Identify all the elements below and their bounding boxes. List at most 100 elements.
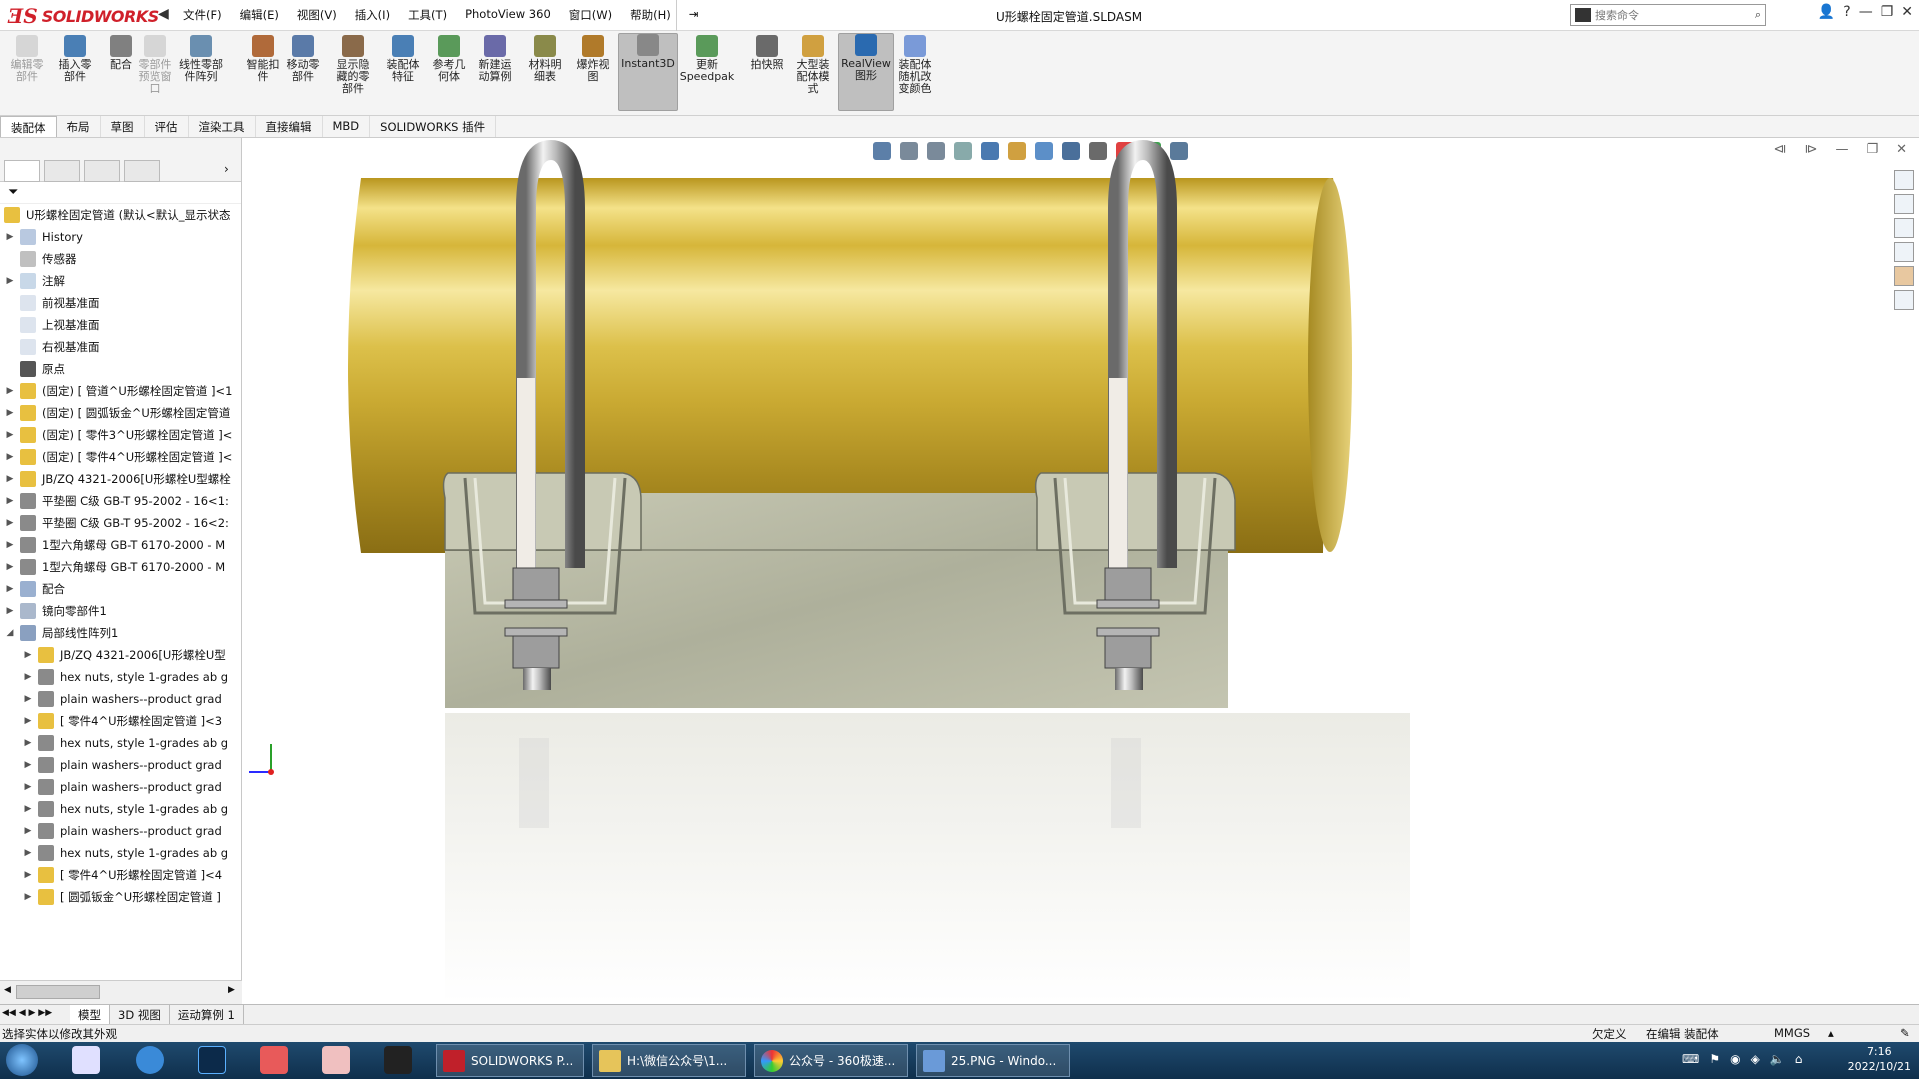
ribbon-button-move-component[interactable]: 移动零 部件	[280, 35, 326, 83]
menu-insert[interactable]: 插入(I)	[346, 6, 399, 24]
expand-arrow-icon[interactable]: ▶	[22, 870, 34, 880]
graphics-area[interactable]: ⧏ ⧐ — ❐ ✕	[243, 138, 1919, 1004]
pinned-app-1-icon[interactable]	[72, 1046, 100, 1074]
photoshop-icon[interactable]	[198, 1046, 226, 1074]
menu-view[interactable]: 视图(V)	[288, 6, 346, 24]
expand-arrow-icon[interactable]: ▶	[22, 694, 34, 704]
tab-addins[interactable]: SOLIDWORKS 插件	[370, 116, 497, 137]
ribbon-button-show-hidden[interactable]: 显示隐 藏的零 部件	[330, 35, 376, 95]
ribbon-button-insert-component[interactable]: 插入零 部件	[52, 35, 98, 83]
expand-arrow-icon[interactable]: ▶	[22, 848, 34, 858]
status-options-icon[interactable]: ✎	[1900, 1026, 1910, 1040]
tab-render-tools[interactable]: 渲染工具	[189, 116, 256, 137]
expand-arrow-icon[interactable]: ▶	[4, 276, 16, 286]
scroll-left-icon[interactable]: ◀	[4, 985, 11, 995]
ribbon-button-exploded-view[interactable]: 爆炸视 图	[570, 35, 616, 83]
keyboard-icon[interactable]: ⌨	[1682, 1052, 1699, 1066]
ribbon-button-linear-pattern[interactable]: 线性零部 件阵列	[178, 35, 224, 83]
tree-node[interactable]: ▶ 配合	[0, 578, 242, 600]
pinned-app-5-icon[interactable]	[322, 1046, 350, 1074]
tree-node[interactable]: ▶ plain washers--product grad	[0, 688, 242, 710]
expand-arrow-icon[interactable]: ▶	[22, 826, 34, 836]
expand-arrow-icon[interactable]: ▶	[22, 738, 34, 748]
home-icon[interactable]	[1894, 170, 1914, 190]
configuration-manager-tab-icon[interactable]	[84, 160, 120, 182]
ribbon-button-edit-component[interactable]: 编辑零 部件	[4, 35, 50, 83]
appearances-icon[interactable]	[1894, 266, 1914, 286]
tab-motion-study[interactable]: 运动算例 1	[170, 1005, 244, 1024]
search-scope-icon[interactable]	[1575, 8, 1591, 22]
pinned-app-6-icon[interactable]	[384, 1046, 412, 1074]
tree-node[interactable]: ▶ hex nuts, style 1-grades ab g	[0, 798, 242, 820]
tree-node[interactable]: ▶ 1型六角螺母 GB-T 6170-2000 - M	[0, 534, 242, 556]
tree-node[interactable]: 右视基准面	[0, 336, 242, 358]
tray-flag-icon[interactable]: ⚑	[1709, 1052, 1720, 1066]
tray-app-icon[interactable]: ◉	[1730, 1052, 1740, 1066]
tree-node[interactable]: ▶ JB/ZQ 4321-2006[U形螺栓U型螺栓	[0, 468, 242, 490]
menu-photoview[interactable]: PhotoView 360	[456, 6, 560, 24]
tree-node[interactable]: ▶ [ 圆弧钣金^U形螺栓固定管道 ]	[0, 886, 242, 908]
tree-root[interactable]: U形螺栓固定管道 (默认<默认_显示状态	[4, 204, 242, 226]
taskbar-explorer[interactable]: H:\微信公众号\1...	[592, 1044, 746, 1077]
horizontal-scrollbar[interactable]: ◀ ▶	[0, 980, 242, 1004]
view-palette-icon[interactable]	[1894, 242, 1914, 262]
expand-arrow-icon[interactable]: ▶	[22, 892, 34, 902]
tree-node[interactable]: ▶ (固定) [ 圆弧钣金^U形螺栓固定管道	[0, 402, 242, 424]
notification-icon[interactable]: ⌂	[1795, 1052, 1803, 1066]
taskbar-photo-viewer[interactable]: 25.PNG - Windo...	[916, 1044, 1070, 1077]
tab-nav-icon[interactable]: ◀◀ ◀ ▶ ▶▶	[0, 1005, 70, 1024]
tree-node[interactable]: ▶ hex nuts, style 1-grades ab g	[0, 666, 242, 688]
tree-node[interactable]: ▶ 平垫圈 C级 GB-T 95-2002 - 16<2:	[0, 512, 242, 534]
expand-arrow-icon[interactable]: ▶	[4, 496, 16, 506]
tree-node[interactable]: ▶ [ 零件4^U形螺栓固定管道 ]<3	[0, 710, 242, 732]
tab-layout[interactable]: 布局	[57, 116, 101, 137]
volume-icon[interactable]: 🔈	[1770, 1052, 1785, 1066]
tree-node[interactable]: ▶ hex nuts, style 1-grades ab g	[0, 732, 242, 754]
design-library-icon[interactable]	[1894, 194, 1914, 214]
start-button-icon[interactable]	[6, 1044, 38, 1076]
menu-toggle-icon[interactable]: ◀	[158, 6, 169, 22]
expand-pane-icon[interactable]: ›	[224, 162, 229, 176]
ribbon-button-assembly-feature[interactable]: 装配体 特征	[380, 35, 426, 83]
menu-edit[interactable]: 编辑(E)	[231, 6, 288, 24]
tab-evaluate[interactable]: 评估	[145, 116, 189, 137]
expand-arrow-icon[interactable]: ▶	[22, 760, 34, 770]
restore-icon[interactable]: ❐	[1881, 4, 1894, 20]
tree-node[interactable]: ▶ hex nuts, style 1-grades ab g	[0, 842, 242, 864]
ribbon-button-snapshot[interactable]: 拍快照	[744, 35, 790, 71]
ribbon-button-reference-geometry[interactable]: 参考几 何体	[426, 35, 472, 83]
display-manager-tab-icon[interactable]	[124, 160, 160, 182]
tree-node[interactable]: ▶ History	[0, 226, 242, 248]
search-icon[interactable]: ⌕	[1755, 8, 1761, 22]
minimize-icon[interactable]: —	[1859, 4, 1873, 20]
expand-arrow-icon[interactable]: ▶	[4, 452, 16, 462]
scroll-right-icon[interactable]: ▶	[228, 985, 235, 995]
tab-sketch[interactable]: 草图	[101, 116, 145, 137]
pinned-app-4-icon[interactable]	[260, 1046, 288, 1074]
tree-node[interactable]: ◢ 局部线性阵列1	[0, 622, 242, 644]
filter-icon[interactable]: ⏷	[8, 185, 18, 200]
pin-icon[interactable]: ⇥	[680, 6, 708, 24]
ribbon-button-motion-study[interactable]: 新建运 动算例	[472, 35, 518, 83]
ribbon-button-realview[interactable]: RealView 图形	[838, 33, 894, 111]
taskbar-browser[interactable]: 公众号 - 360极速...	[754, 1044, 908, 1077]
expand-arrow-icon[interactable]: ▶	[22, 716, 34, 726]
tree-node[interactable]: ▶ (固定) [ 零件3^U形螺栓固定管道 ]<	[0, 424, 242, 446]
tree-node[interactable]: ▶ (固定) [ 管道^U形螺栓固定管道 ]<1	[0, 380, 242, 402]
ribbon-button-speedpak[interactable]: 更新 Speedpak	[680, 35, 734, 83]
ribbon-button-large-assembly[interactable]: 大型装 配体模 式	[790, 35, 836, 95]
expand-arrow-icon[interactable]: ▶	[4, 430, 16, 440]
tree-node[interactable]: ▶ (固定) [ 零件4^U形螺栓固定管道 ]<	[0, 446, 242, 468]
tree-node[interactable]: 前视基准面	[0, 292, 242, 314]
collapse-arrow-icon[interactable]: ◢	[4, 628, 16, 638]
expand-arrow-icon[interactable]: ▶	[4, 518, 16, 528]
tree-node[interactable]: ▶ 注解	[0, 270, 242, 292]
tree-node[interactable]: 上视基准面	[0, 314, 242, 336]
expand-arrow-icon[interactable]: ▶	[22, 804, 34, 814]
tree-node[interactable]: ▶ plain washers--product grad	[0, 754, 242, 776]
close-icon[interactable]: ✕	[1901, 4, 1913, 20]
tree-node[interactable]: ▶ 平垫圈 C级 GB-T 95-2002 - 16<1:	[0, 490, 242, 512]
tree-node[interactable]: ▶ plain washers--product grad	[0, 776, 242, 798]
expand-arrow-icon[interactable]: ▶	[22, 782, 34, 792]
help-icon[interactable]: ?	[1843, 4, 1850, 20]
